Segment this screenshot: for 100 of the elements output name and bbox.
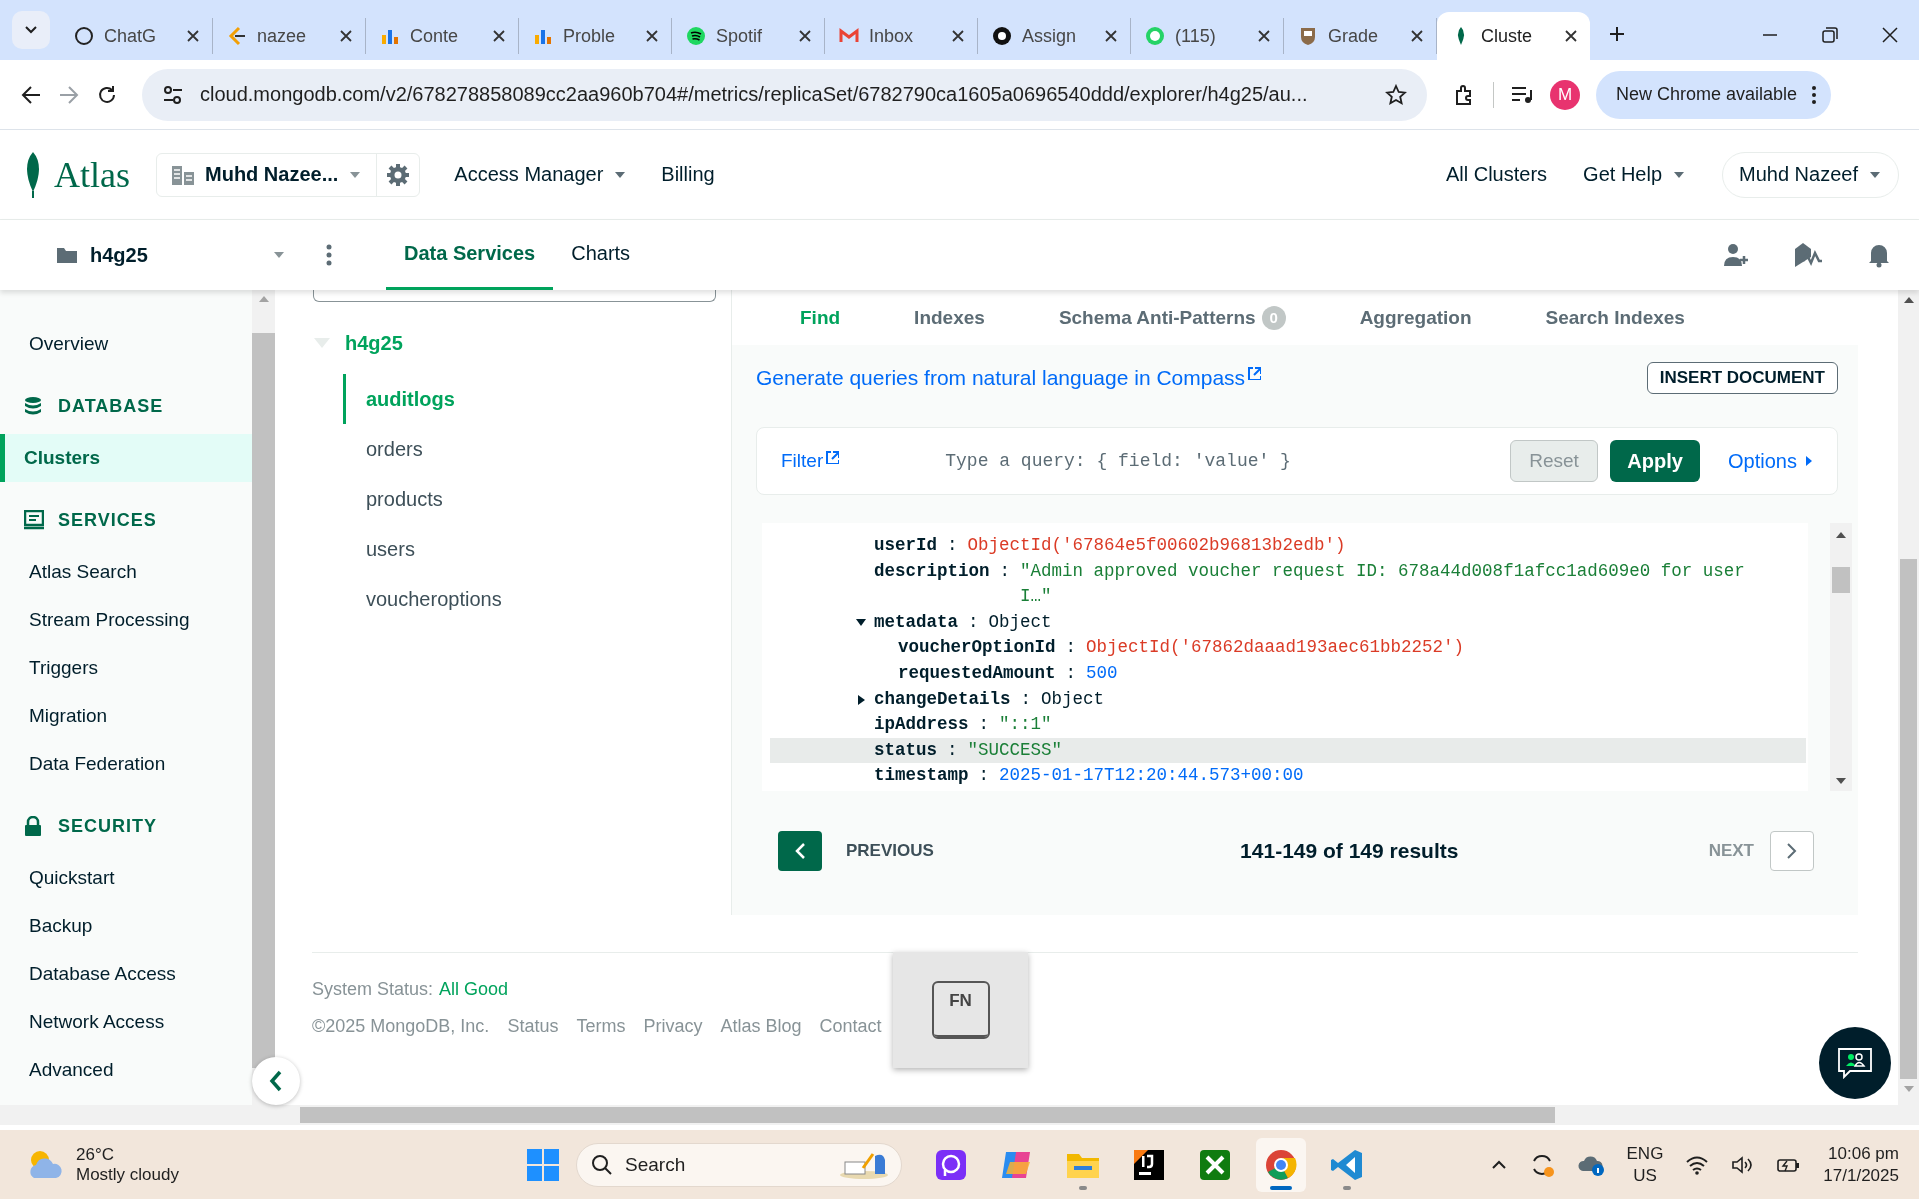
field-key: description [874,558,990,585]
close-icon[interactable] [1104,29,1118,43]
collection-item[interactable]: users [343,524,731,574]
browser-tab[interactable]: Assign [978,18,1131,54]
nav-tab[interactable]: Charts [553,220,649,290]
language-indicator[interactable]: ENG US [1626,1142,1664,1187]
field-value: Object [1041,687,1106,711]
field-key: userId [874,533,937,559]
tab-search-button[interactable] [12,11,50,49]
close-icon[interactable] [951,29,965,43]
close-icon[interactable] [492,29,506,43]
field-value: "Admin approved voucher request ID: 678a44d008f1afcc1ad609e0 for user I…" [1020,559,1746,609]
colon: : [968,610,979,634]
sidebar-item[interactable]: Data Federation [0,740,252,788]
content-tab[interactable]: Aggregation [1359,306,1472,329]
browser-tab[interactable]: (115) [1131,18,1284,54]
close-icon[interactable] [186,29,200,43]
sidebar-item[interactable]: Database Access [0,950,252,998]
browser-tab[interactable]: Conte [366,18,519,54]
scroll-up-icon[interactable] [1835,531,1847,539]
nav-link[interactable]: All Clusters [1445,163,1548,186]
browser-tab[interactable]: Inbox [825,18,978,54]
caret-right-icon [1805,455,1813,467]
browser-tab[interactable]: nazee [213,18,366,54]
add-user-icon[interactable] [1723,242,1749,268]
sidebar-item[interactable]: Advanced [0,1046,252,1094]
field-key: ipAddress [874,712,969,738]
close-icon[interactable] [798,29,812,43]
browser-tab[interactable]: Grade [1284,18,1437,54]
query-field[interactable]: Type a query: { field: 'value' } [943,450,1491,472]
back-icon[interactable] [20,83,42,106]
restore-icon[interactable] [1821,26,1839,44]
clock[interactable]: 10:06 pm 17/1/2025 [1823,1142,1899,1187]
kebab-icon[interactable] [326,244,332,266]
collection-item[interactable]: orders [343,424,731,474]
lock-icon [24,815,44,837]
sidebar-item[interactable]: Quickstart [0,854,252,902]
collection-item[interactable]: voucheroptions [343,574,731,624]
scrollbar-thumb[interactable] [1832,567,1850,593]
chevron-up-icon[interactable] [1490,1159,1507,1170]
windows-icon[interactable] [526,1147,560,1182]
sidebar-item[interactable]: Stream Processing [0,596,252,644]
sidebar-item[interactable]: Clusters [0,434,252,482]
apply-button[interactable]: Apply [1610,440,1701,482]
nav-link[interactable]: Billing [661,163,715,186]
sidebar-item[interactable]: Atlas Search [0,548,252,596]
field-key: timestamp [874,763,969,789]
browser-tab[interactable]: ChatG [60,18,213,54]
external-link-icon [825,450,840,464]
collection-item[interactable]: products [343,474,731,524]
activity-icon[interactable] [1793,241,1823,269]
scrollbar-thumb[interactable] [300,1107,1555,1123]
collapsed-triangle-icon[interactable] [856,694,866,705]
close-icon[interactable] [1564,29,1578,43]
forward-icon[interactable] [58,83,80,106]
address-bar[interactable]: cloud.mongodb.com/v2/678278858089cc2aa960b704#/metrics/replicaSet/6782790ca1605a0696540ddd/explorer/h4g25/au... [142,68,1427,121]
content-tab[interactable]: Schema Anti-Patterns 0 [1058,305,1286,330]
field-key: metadata [874,609,958,636]
expanded-triangle-icon[interactable] [856,617,866,628]
scrollbar-thumb[interactable] [1900,559,1917,1079]
sidebar-item[interactable]: Migration [0,692,252,740]
nav-link[interactable]: Get Help [1583,163,1687,186]
sidebar-item[interactable]: Backup [0,902,252,950]
colon: : [999,559,1011,583]
bell-icon[interactable] [1867,242,1891,268]
browser-tab[interactable]: Proble [519,18,672,54]
sidebar-item[interactable]: Triggers [0,644,252,692]
options-button[interactable]: Options [1728,449,1813,473]
reload-icon[interactable] [96,83,118,106]
scroll-up-icon[interactable] [1902,296,1915,304]
browser-tab[interactable]: Spotif [672,18,825,54]
close-icon[interactable] [645,29,659,43]
content-tab[interactable]: Indexes [914,306,985,329]
taskbar-search[interactable]: Search [576,1142,902,1187]
project-name[interactable]: h4g25 [90,243,148,267]
insert-document-button[interactable]: INSERT DOCUMENT [1646,362,1838,394]
results-count: 141-149 of 149 results [1239,839,1460,863]
weather-text: Mostly cloudy [76,1164,179,1185]
compass-link[interactable]: Generate queries from natural language in Compass [756,366,1262,390]
wifi-icon[interactable] [1685,1154,1710,1175]
search-icon [591,1153,613,1176]
star-icon[interactable] [1385,83,1407,106]
chevron-down-icon [24,25,38,35]
close-icon[interactable] [339,29,353,43]
sidebar-item[interactable]: Overview [0,320,252,368]
scrollbar-thumb[interactable] [252,333,275,1068]
content-tab[interactable]: Search Indexes [1545,306,1685,329]
close-icon[interactable] [1881,26,1899,44]
browser-tab[interactable]: Cluste [1437,12,1590,60]
sidebar-item[interactable]: Network Access [0,998,252,1046]
filter-link[interactable]: Filter [781,450,840,472]
nav-link[interactable]: Access Manager [454,163,628,186]
scroll-down-icon[interactable] [1835,777,1847,785]
close-icon[interactable] [1410,29,1424,43]
close-icon[interactable] [1257,29,1271,43]
profile-avatar[interactable]: M [1550,79,1580,110]
speaker-icon[interactable] [1731,1154,1754,1175]
update-chrome-button[interactable]: New Chrome available [1596,70,1832,119]
colon: : [978,713,990,737]
previous-button[interactable] [778,831,822,871]
